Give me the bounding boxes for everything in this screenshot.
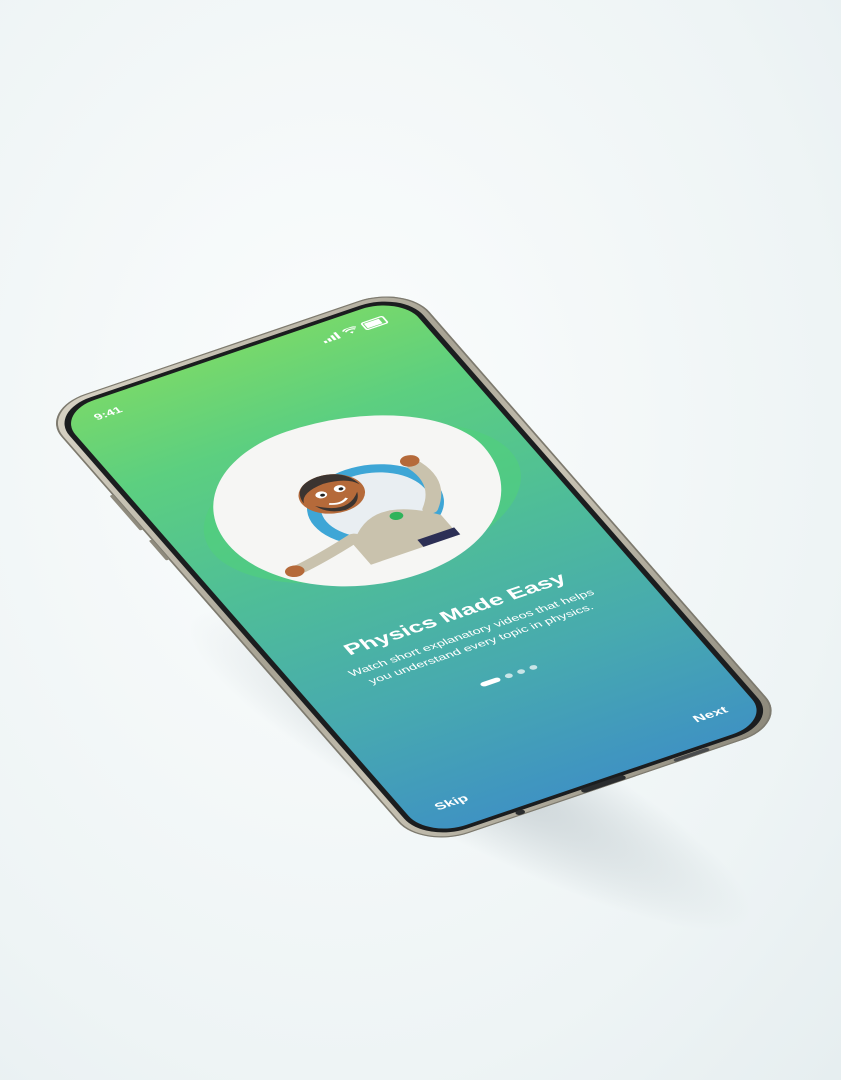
scene: 9:41 Physics Made Easy Watch short expla… [0,0,841,1080]
skip-button[interactable]: Skip [431,792,471,813]
phone-bezel: 9:41 Physics Made Easy Watch short expla… [48,291,780,843]
headphone-jack [514,808,527,816]
wifi-icon [341,326,357,334]
status-icons [319,315,389,344]
status-time: 9:41 [91,404,125,423]
battery-icon [359,315,389,331]
teacher-illustration [284,455,461,578]
status-bar: 9:41 [90,314,390,423]
app-screen: 9:41 Physics Made Easy Watch short expla… [56,295,772,838]
left-arm [288,533,362,576]
page-dot-2[interactable] [503,672,515,679]
onboarding-nav: Skip Next [431,704,731,813]
phone-device: 9:41 Physics Made Easy Watch short expla… [38,284,790,850]
next-button[interactable]: Next [690,704,731,725]
signal-icon [320,332,341,344]
page-dot-3[interactable] [515,668,527,675]
page-dot-4[interactable] [528,664,539,671]
page-dot-1[interactable] [479,676,502,688]
